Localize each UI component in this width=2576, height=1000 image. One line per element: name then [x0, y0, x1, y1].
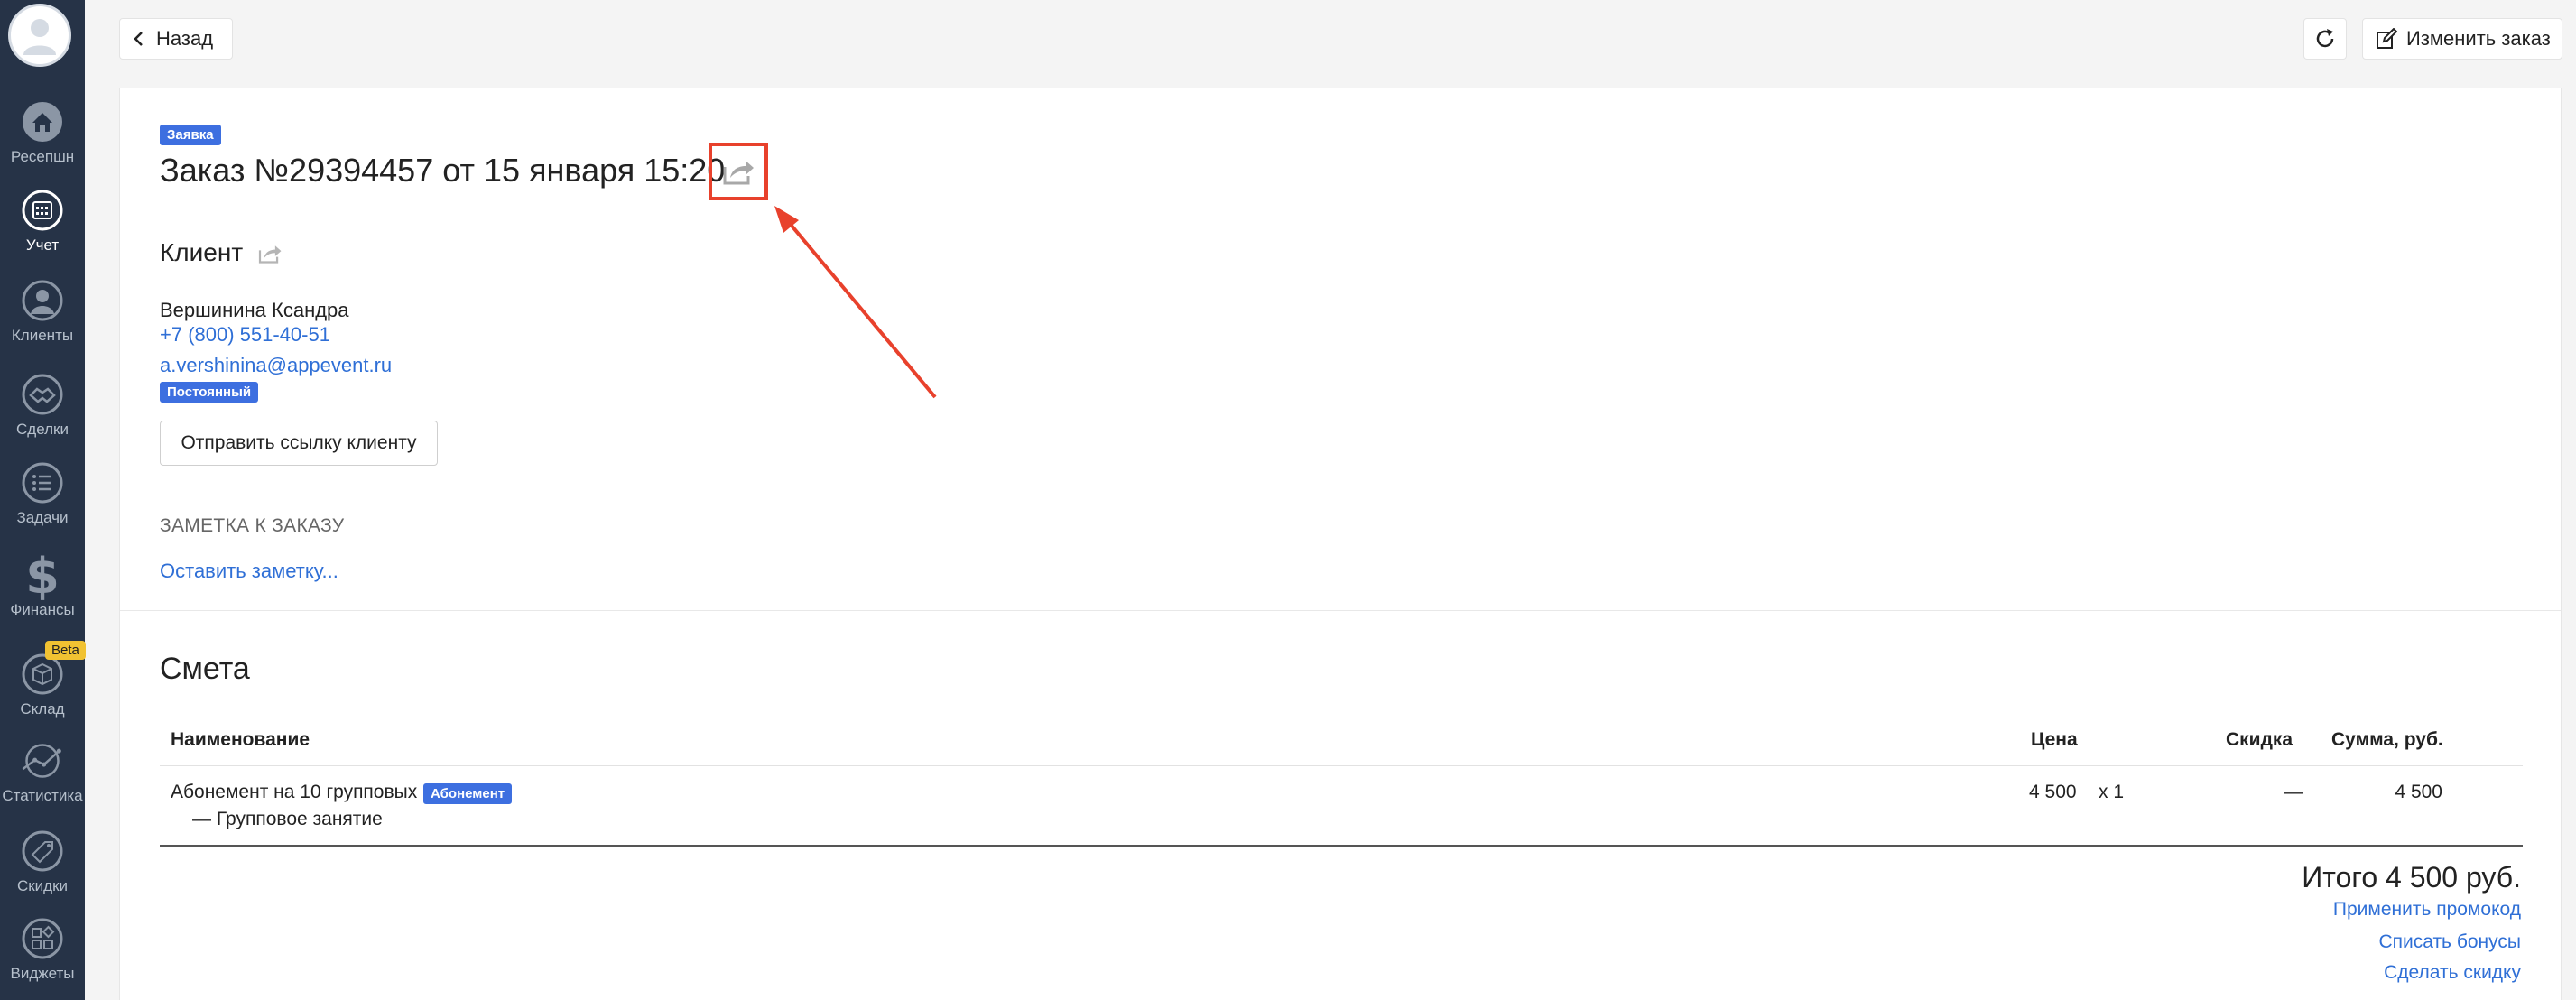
- sidebar-item-label: Клиенты: [11, 327, 74, 344]
- add-note-link[interactable]: Оставить заметку...: [160, 560, 338, 583]
- home-icon: [20, 99, 65, 144]
- edit-order-button[interactable]: Изменить заказ: [2362, 18, 2562, 60]
- sidebar-item-discounts[interactable]: Скидки: [0, 829, 85, 910]
- handshake-icon: [20, 372, 65, 417]
- make-discount-link[interactable]: Сделать скидку: [2384, 962, 2521, 984]
- sidebar-item-clients[interactable]: Клиенты: [0, 278, 85, 359]
- sidebar-item-label: Сделки: [16, 421, 69, 438]
- dollar-icon: $: [20, 550, 65, 600]
- sidebar-item-warehouse[interactable]: Beta Склад: [0, 641, 86, 733]
- avatar[interactable]: [8, 4, 71, 67]
- client-status-badge: Постоянный: [160, 382, 259, 403]
- widgets-icon: [20, 916, 65, 961]
- checklist-icon: [20, 460, 65, 505]
- write-off-bonus-link[interactable]: Списать бонусы: [2378, 931, 2521, 953]
- sidebar-item-statistics[interactable]: Статистика: [0, 738, 85, 819]
- sidebar-item-deals[interactable]: Сделки: [0, 372, 85, 453]
- chart-icon: [20, 738, 65, 783]
- user-icon: [20, 278, 65, 323]
- estimate-title: Смета: [160, 652, 250, 686]
- sidebar-item-label: Задачи: [16, 509, 69, 526]
- tag-icon: [20, 829, 65, 874]
- edit-icon: [2377, 28, 2397, 49]
- sidebar-item-tasks[interactable]: Задачи: [0, 460, 85, 542]
- order-type-badge: Заявка: [160, 125, 221, 145]
- sidebar-item-label: Финансы: [10, 601, 75, 618]
- item-qty: x 1: [2099, 782, 2125, 802]
- client-section-title: Клиент: [160, 238, 244, 266]
- chevron-left-icon: [134, 32, 143, 46]
- svg-text:$: $: [25, 550, 60, 600]
- item-discount: —: [2284, 782, 2303, 802]
- column-header-price: Цена: [2031, 729, 2078, 750]
- share-icon: [723, 161, 754, 185]
- column-header-name: Наименование: [171, 729, 310, 750]
- share-icon: [258, 245, 282, 264]
- page-title: Заказ №29394457 от 15 января 15:20: [160, 152, 726, 189]
- section-divider: [120, 610, 2561, 611]
- note-header: ЗАМЕТКА К ЗАКАЗУ: [160, 515, 345, 536]
- sidebar-item-reception[interactable]: Ресепшн: [0, 99, 85, 181]
- sidebar: Ресепшн Учет Клиенты Сделки Задачи $ Фин…: [0, 0, 86, 1000]
- item-subname: — Групповое занятие: [192, 809, 383, 829]
- sidebar-item-label: Скидки: [16, 877, 69, 894]
- share-client-button[interactable]: [257, 244, 283, 268]
- order-total: Итого 4 500 руб.: [2302, 861, 2521, 894]
- user-avatar-icon: [23, 19, 56, 55]
- total-divider: [160, 845, 2523, 847]
- refresh-button[interactable]: [2303, 18, 2347, 60]
- column-header-sum: Сумма, руб.: [2331, 729, 2443, 750]
- beta-badge: Beta: [45, 641, 86, 660]
- sidebar-item-label: Склад: [20, 700, 65, 718]
- apply-promo-link[interactable]: Применить промокод: [2333, 899, 2521, 921]
- sidebar-item-label: Ресепшн: [10, 148, 75, 165]
- client-name: Вершинина Ксандра: [160, 299, 349, 321]
- back-button-label: Назад: [156, 27, 214, 50]
- sidebar-item-widgets[interactable]: Виджеты: [0, 916, 85, 997]
- order-card: Заявка Заказ №29394457 от 15 января 15:2…: [119, 88, 2562, 1000]
- sidebar-item-accounting[interactable]: Учет: [0, 188, 85, 269]
- refresh-icon: [2316, 29, 2334, 48]
- column-header-discount: Скидка: [2226, 729, 2293, 750]
- item-sum: 4 500: [2395, 782, 2442, 802]
- sidebar-item-finance[interactable]: $ Финансы: [0, 550, 85, 634]
- sidebar-item-label: Учет: [25, 236, 60, 254]
- back-button[interactable]: Назад: [119, 18, 233, 60]
- client-phone-link[interactable]: +7 (800) 551-40-51: [160, 323, 330, 347]
- item-name: Абонемент на 10 групповых: [171, 782, 418, 802]
- client-email-link[interactable]: a.vershinina@appevent.ru: [160, 354, 392, 377]
- item-type-badge: Абонемент: [423, 783, 513, 804]
- edit-order-label: Изменить заказ: [2406, 27, 2551, 50]
- item-price: 4 500: [2029, 782, 2077, 802]
- table-divider: [160, 765, 2523, 766]
- sidebar-item-label: Виджеты: [10, 965, 75, 982]
- calendar-icon: [20, 188, 65, 233]
- share-order-button[interactable]: [709, 143, 768, 200]
- sidebar-item-label: Статистика: [2, 787, 83, 804]
- send-link-button[interactable]: Отправить ссылку клиенту: [160, 421, 438, 466]
